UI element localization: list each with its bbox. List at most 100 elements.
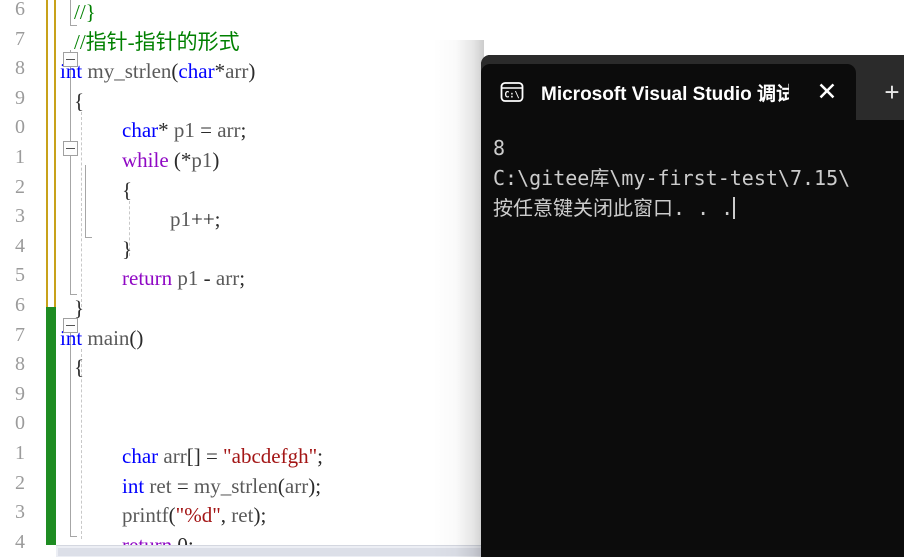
code-line[interactable]: return p1 - arr; xyxy=(60,264,245,294)
outlining-collapse-button[interactable] xyxy=(63,141,78,156)
code-token: , xyxy=(220,503,232,528)
code-line[interactable]: char* p1 = arr; xyxy=(60,116,246,146)
code-line[interactable]: while (*p1) xyxy=(60,146,219,176)
code-line[interactable]: p1++; xyxy=(60,205,221,235)
line-number: 2 xyxy=(15,175,25,198)
code-token: my_strlen xyxy=(193,473,278,498)
code-token: main xyxy=(87,325,130,350)
code-token: arr xyxy=(217,118,241,143)
code-token: - xyxy=(198,266,216,291)
code-token: char xyxy=(122,118,159,143)
code-line[interactable]: //} xyxy=(60,0,96,28)
code-token: } xyxy=(74,296,85,320)
code-token: = xyxy=(194,118,218,143)
outlining-collapse-button[interactable] xyxy=(63,318,78,333)
code-token: ); xyxy=(308,473,322,498)
code-token: ) xyxy=(212,148,220,172)
line-number: 6 xyxy=(15,0,25,20)
outlining-collapse-button[interactable] xyxy=(63,52,78,67)
console-output[interactable]: 8 C:\gitee库\my-first-test\7.15\ 按任意键关闭此窗口.… xyxy=(481,120,904,557)
code-token: return xyxy=(122,532,173,545)
text-caret xyxy=(733,197,736,219)
console-output-line: 8 xyxy=(493,136,506,160)
code-token: char xyxy=(178,59,215,84)
console-output-line: C:\gitee库\my-first-test\7.15\ xyxy=(493,166,851,190)
new-tab-button[interactable]: + xyxy=(875,75,904,109)
line-number: 2 xyxy=(15,471,25,494)
code-token: arr xyxy=(215,266,240,291)
line-number: 7 xyxy=(15,27,25,50)
screenshot-root: 6 7 8 9 0 1 2 3 4 5 6 7 8 9 0 1 2 3 4 //} //指针-指针的形式 int my_… xyxy=(0,0,904,557)
code-token: { xyxy=(122,177,133,202)
code-token: { xyxy=(74,355,85,380)
code-token: ret xyxy=(231,503,254,528)
line-number: 8 xyxy=(15,57,25,80)
code-line[interactable]: { xyxy=(60,176,132,206)
code-token: arr xyxy=(284,473,309,498)
code-token: p1 xyxy=(191,148,213,172)
code-token: * xyxy=(214,59,226,84)
code-line[interactable]: { xyxy=(60,353,84,383)
code-token: ; xyxy=(239,266,246,291)
code-token: while xyxy=(122,148,169,172)
terminal-icon: C:\ xyxy=(499,79,525,105)
svg-text:C:\: C:\ xyxy=(504,91,519,101)
code-token: printf xyxy=(122,503,169,528)
code-token: ret xyxy=(149,473,172,498)
line-number-gutter: 6 7 8 9 0 1 2 3 4 5 6 7 8 9 0 1 2 3 4 xyxy=(0,0,44,553)
code-line[interactable]: int ret = my_strlen(arr); xyxy=(60,472,321,502)
line-number: 8 xyxy=(15,353,25,376)
code-token: * xyxy=(158,118,174,143)
code-token: ( xyxy=(277,473,285,498)
code-token: () xyxy=(129,325,144,350)
line-number: 5 xyxy=(15,264,25,287)
console-tab[interactable]: C:\ Microsoft Visual Studio 调试控 ✕ xyxy=(481,64,856,120)
console-tab-title: Microsoft Visual Studio 调试控 xyxy=(541,83,789,105)
code-token: p1 xyxy=(173,118,195,143)
change-bar-saved xyxy=(46,0,56,307)
code-token: ) xyxy=(248,59,256,84)
code-token: { xyxy=(74,88,85,113)
code-token: ; xyxy=(187,532,194,545)
code-line[interactable]: { xyxy=(60,87,84,117)
line-number: 4 xyxy=(15,234,25,257)
code-line[interactable]: printf("%d", ret); xyxy=(60,501,266,531)
debug-console-window[interactable]: C:\ Microsoft Visual Studio 调试控 ✕ + 8 C:\… xyxy=(481,55,904,557)
code-token: my_strlen xyxy=(87,59,172,84)
code-line[interactable]: char arr[] = "abcdefgh"; xyxy=(60,442,323,472)
console-title-bar[interactable]: C:\ Microsoft Visual Studio 调试控 ✕ + xyxy=(481,55,904,120)
line-number: 1 xyxy=(15,442,25,464)
code-token: ; xyxy=(317,444,323,468)
code-token: (* xyxy=(168,148,192,172)
code-token: arr xyxy=(225,59,249,84)
code-line[interactable]: return 0; xyxy=(60,531,194,545)
code-line[interactable]: int my_strlen(char*arr) xyxy=(60,57,255,87)
line-number: 7 xyxy=(15,323,25,346)
line-number: 6 xyxy=(15,294,25,316)
console-output-line: 按任意键关闭此窗口. . . xyxy=(493,196,736,220)
code-token: //} xyxy=(74,0,96,24)
change-bar-unsaved xyxy=(46,307,56,545)
code-line[interactable]: //指针-指针的形式 xyxy=(60,28,240,58)
code-token: ; xyxy=(240,118,247,143)
code-token: //指针-指针的形式 xyxy=(74,29,240,54)
code-token: return xyxy=(122,266,173,291)
line-number: 1 xyxy=(15,146,25,168)
code-token: [] = xyxy=(186,444,224,468)
line-number: 4 xyxy=(15,530,25,553)
line-number: 9 xyxy=(15,86,25,109)
code-token: ++; xyxy=(191,207,221,232)
line-number: 3 xyxy=(15,501,25,524)
code-token: "%d" xyxy=(175,503,221,528)
code-token: ( xyxy=(168,503,176,528)
code-line[interactable]: } xyxy=(60,235,132,265)
line-number: 9 xyxy=(15,382,25,405)
code-token: 0 xyxy=(177,532,188,545)
code-token: p1 xyxy=(170,207,191,232)
code-token: ); xyxy=(253,503,267,528)
code-token: = xyxy=(171,473,194,498)
code-token: "abcdefgh" xyxy=(223,444,318,468)
line-number: 0 xyxy=(15,116,25,139)
code-token: p1 xyxy=(177,266,199,291)
close-icon[interactable]: ✕ xyxy=(812,77,842,107)
